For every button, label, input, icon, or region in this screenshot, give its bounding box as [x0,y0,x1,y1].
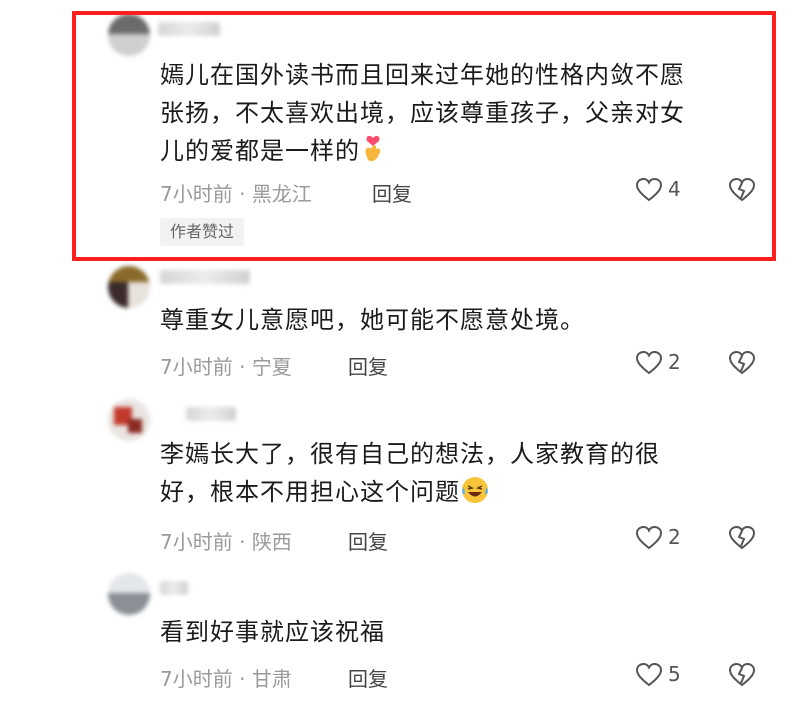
broken-heart-icon[interactable] [729,663,755,687]
comment-item: 看到好事就应该祝福 7小时前 · 甘肃 回复 5 [0,567,800,710]
comment-meta: 7小时前 · 黑龙江 [160,178,312,207]
comment-meta: 7小时前 · 宁夏 [160,351,292,380]
comment-meta: 7小时前 · 甘肃 [160,663,292,692]
reply-button[interactable]: 回复 [348,663,388,692]
comment-location: 陕西 [251,530,292,554]
finger-heart-emoji-icon [360,134,386,175]
like-count: 5 [668,662,681,686]
avatar[interactable] [108,399,150,441]
comment-item: 嫣儿在国外读书而且回来过年她的性格内敛不愿 张扬，不太喜欢出境，应该尊重孩子，父… [0,0,800,262]
meta-separator: · [232,667,252,691]
comment-text: 嫣儿在国外读书而且回来过年她的性格内敛不愿 张扬，不太喜欢出境，应该尊重孩子，父… [160,56,685,175]
comment-item: 尊重女儿意愿吧，她可能不愿意处境。 7小时前 · 宁夏 回复 2 [0,262,800,387]
broken-heart-icon[interactable] [729,178,755,202]
like-count: 4 [668,177,681,201]
username-blurred[interactable] [186,407,236,421]
comment-location: 宁夏 [251,355,292,379]
comment-text: 李嫣长大了，很有自己的想法，人家教育的很 好，根本不用担心这个问题 [160,435,660,516]
username-blurred[interactable] [160,581,188,595]
comment-location: 甘肃 [251,667,292,691]
comment-text: 尊重女儿意愿吧，她可能不愿意处境。 [160,306,585,334]
heart-icon[interactable] [636,663,662,687]
comment-time: 7小时前 [160,530,233,554]
avatar[interactable] [108,14,150,56]
meta-separator: · [232,530,252,554]
author-liked-badge: 作者赞过 [160,218,245,246]
heart-icon[interactable] [636,351,662,375]
meta-separator: · [232,355,252,379]
laughing-tears-emoji-icon [460,475,490,516]
comment-location: 黑龙江 [251,182,312,206]
comment-time: 7小时前 [160,182,233,206]
avatar[interactable] [108,573,150,615]
comment-meta: 7小时前 · 陕西 [160,526,292,555]
like-count: 2 [668,350,681,374]
reply-button[interactable]: 回复 [348,526,388,555]
meta-separator: · [232,182,252,206]
reply-button[interactable]: 回复 [372,178,412,207]
heart-icon[interactable] [636,178,662,202]
comment-time: 7小时前 [160,667,233,691]
heart-icon[interactable] [636,526,662,550]
avatar[interactable] [108,266,150,308]
comment-item: 李嫣长大了，很有自己的想法，人家教育的很 好，根本不用担心这个问题 7小时前 ·… [0,387,800,567]
comment-time: 7小时前 [160,355,233,379]
comment-text: 看到好事就应该祝福 [160,618,385,646]
like-count: 2 [668,525,681,549]
reply-button[interactable]: 回复 [348,351,388,380]
broken-heart-icon[interactable] [729,526,755,550]
username-blurred[interactable] [158,22,220,36]
username-blurred[interactable] [160,270,250,284]
broken-heart-icon[interactable] [729,351,755,375]
